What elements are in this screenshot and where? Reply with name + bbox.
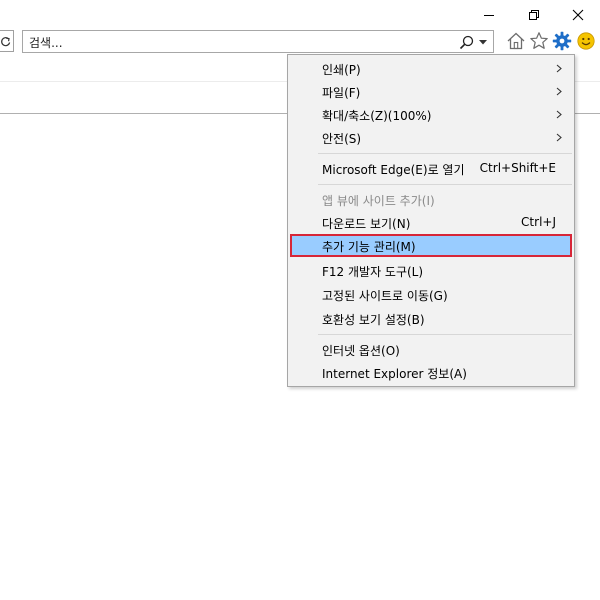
menu-item-label: 다운로드 보기(N) <box>322 217 411 231</box>
menu-item-shortcut: Ctrl+Shift+E <box>479 161 556 175</box>
menu-separator <box>318 184 572 185</box>
menu-separator <box>318 153 572 154</box>
minimize-button[interactable] <box>466 0 512 30</box>
menu-item-view-downloads[interactable]: 다운로드 보기(N) Ctrl+J <box>290 211 572 234</box>
chevron-right-icon <box>556 133 562 142</box>
menu-item-label: 인터넷 옵션(O) <box>322 344 400 358</box>
menu-item-label: 호환성 보기 설정(B) <box>322 313 425 327</box>
menu-item-zoom[interactable]: 확대/축소(Z)(100%) <box>290 103 572 126</box>
menu-item-label: 인쇄(P) <box>322 63 361 77</box>
chevron-right-icon <box>556 87 562 96</box>
menu-item-label: 안전(S) <box>322 132 362 146</box>
tools-menu: 인쇄(P) 파일(F) 확대/축소(Z)(100%) 안전(S) Microso… <box>287 54 575 387</box>
menu-item-label: 확대/축소(Z)(100%) <box>322 109 432 123</box>
menu-item-label: 추가 기능 관리(M) <box>322 240 416 254</box>
close-icon <box>572 9 584 21</box>
menu-item-about-internet-explorer[interactable]: Internet Explorer 정보(A) <box>290 361 572 384</box>
menu-item-open-in-edge[interactable]: Microsoft Edge(E)로 열기 Ctrl+Shift+E <box>290 157 572 180</box>
menu-item-f12-developer-tools[interactable]: F12 개발자 도구(L) <box>290 259 572 282</box>
chevron-down-icon[interactable] <box>479 40 487 45</box>
close-button[interactable] <box>555 0 600 30</box>
search-placeholder: 검색... <box>29 36 63 50</box>
menu-item-compatibility-view-settings[interactable]: 호환성 보기 설정(B) <box>290 307 572 330</box>
menu-item-go-to-pinned-sites[interactable]: 고정된 사이트로 이동(G) <box>290 283 572 306</box>
address-bar-edge[interactable] <box>0 30 14 52</box>
menu-item-manage-add-ons[interactable]: 추가 기능 관리(M) <box>290 234 572 257</box>
smiley-icon[interactable] <box>576 31 596 51</box>
menu-item-label: 파일(F) <box>322 86 361 100</box>
menu-item-label: F12 개발자 도구(L) <box>322 265 424 279</box>
menu-item-file[interactable]: 파일(F) <box>290 80 572 103</box>
restore-button[interactable] <box>511 0 557 30</box>
menu-item-label: Internet Explorer 정보(A) <box>322 367 467 381</box>
menu-item-label: 앱 뷰에 사이트 추가(I) <box>322 194 435 208</box>
chevron-right-icon <box>556 110 562 119</box>
menu-item-safety[interactable]: 안전(S) <box>290 126 572 149</box>
menu-item-print[interactable]: 인쇄(P) <box>290 57 572 80</box>
menu-item-internet-options[interactable]: 인터넷 옵션(O) <box>290 338 572 361</box>
restore-icon <box>529 10 539 20</box>
search-input[interactable]: 검색... <box>22 30 494 53</box>
refresh-icon[interactable] <box>0 36 12 48</box>
search-icon[interactable] <box>459 35 475 50</box>
chevron-right-icon <box>556 64 562 73</box>
menu-item-add-site-to-apps: 앱 뷰에 사이트 추가(I) <box>290 188 572 211</box>
menu-separator <box>318 334 572 335</box>
gear-icon[interactable] <box>552 31 572 51</box>
menu-item-shortcut: Ctrl+J <box>521 215 556 229</box>
menu-item-label: Microsoft Edge(E)로 열기 <box>322 163 465 177</box>
home-icon[interactable] <box>506 31 526 51</box>
star-icon[interactable] <box>529 31 549 51</box>
minimize-icon <box>484 15 494 16</box>
menu-item-label: 고정된 사이트로 이동(G) <box>322 289 448 303</box>
